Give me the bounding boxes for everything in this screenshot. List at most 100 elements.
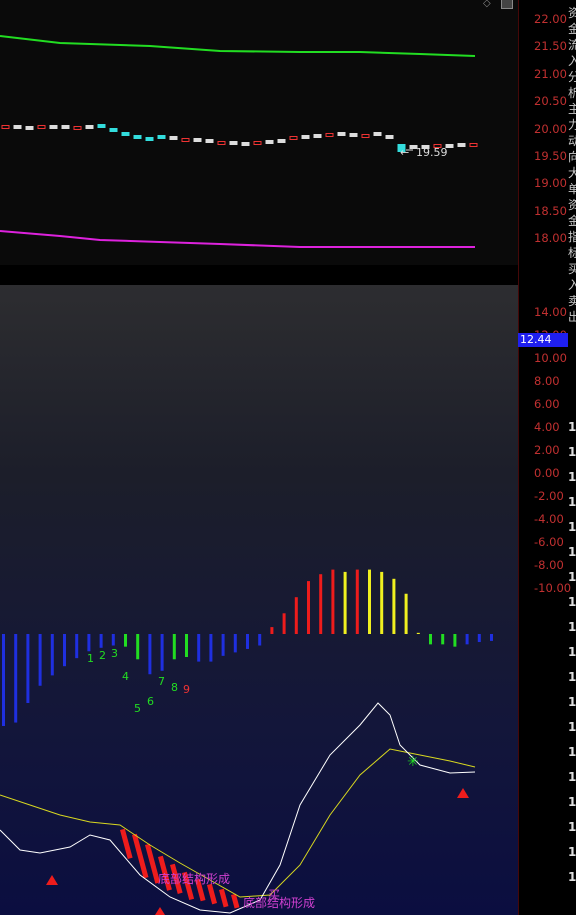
- side-digit: 1: [568, 695, 576, 709]
- toolbar-icons: ◇: [483, 0, 517, 12]
- histogram-bar: [14, 634, 18, 723]
- axis-tick-label: 18.50: [534, 203, 567, 218]
- candle: [289, 136, 298, 140]
- price-axis: 22.00 21.50 21.00 20.50 20.00 19.50 19.00 18.50…: [518, 0, 568, 265]
- side-char: 力: [568, 118, 576, 132]
- axis-tick-label: 8.00: [534, 374, 560, 388]
- side-char: 资: [568, 198, 576, 212]
- triangle-marker-icon: [457, 788, 469, 798]
- candle: [349, 133, 358, 137]
- candle: [205, 139, 214, 143]
- candle: [193, 138, 202, 142]
- candle: [181, 138, 190, 142]
- histogram-bar: [416, 632, 420, 634]
- axis-tick-label: -6.00: [534, 535, 564, 549]
- side-char: 动: [568, 134, 576, 148]
- count-label: 4: [122, 670, 129, 683]
- count-label: 2: [99, 649, 106, 662]
- histogram-bar: [331, 569, 335, 634]
- candle: [469, 143, 478, 147]
- side-char: 入: [568, 278, 576, 292]
- axis-tick-label: 2.00: [534, 443, 560, 457]
- axis-tick-label: 14.00: [534, 305, 567, 319]
- side-char: 金: [568, 22, 576, 36]
- histogram-bar: [282, 613, 286, 634]
- side-digit: 1: [568, 645, 576, 659]
- side-char: 单: [568, 182, 576, 196]
- side-digit: 1: [568, 495, 576, 509]
- count-label: 9: [183, 683, 190, 696]
- candle: [253, 141, 262, 145]
- upper-band-line: [0, 35, 476, 57]
- price-panel[interactable]: 19.59 ← ◇: [0, 0, 518, 265]
- candle: [241, 142, 250, 146]
- candle: [385, 135, 394, 139]
- side-char: 流: [568, 38, 576, 52]
- histogram-bar: [75, 634, 79, 659]
- count-label: 7: [158, 675, 165, 688]
- histogram-bars: [2, 569, 493, 909]
- side-char: 分: [568, 70, 576, 84]
- candle: [25, 126, 34, 130]
- candle: [97, 124, 106, 128]
- side-digit: 1: [568, 595, 576, 609]
- candle: [85, 125, 94, 129]
- side-digit: 1: [568, 770, 576, 784]
- side-digit: 1: [568, 470, 576, 484]
- price-tag: 19.59: [416, 146, 448, 159]
- indicator-panel[interactable]: 123456789 ✳ 底部结构形成 买 底部结构形成: [0, 285, 518, 915]
- histogram-bar: [270, 627, 274, 634]
- histogram-bar: [2, 634, 5, 726]
- candle: [361, 134, 370, 138]
- star-icon: ✳: [407, 754, 419, 770]
- yellow-signal-line: [0, 748, 476, 898]
- histogram-bar: [221, 634, 225, 656]
- axis-tick-label: 19.00: [534, 176, 567, 191]
- histogram-bar: [197, 634, 201, 662]
- axis-tick-label: -2.00: [534, 489, 564, 503]
- axis-tick-label: 6.00: [534, 397, 560, 411]
- window-icon[interactable]: [501, 0, 513, 9]
- histogram-bar: [355, 569, 359, 634]
- histogram-bar: [26, 634, 30, 703]
- candle: [73, 126, 82, 130]
- histogram-bar: [233, 634, 237, 653]
- indicator-axis: 14.0012.0010.008.006.004.002.000.00-2.00…: [518, 265, 571, 915]
- candle: [1, 125, 10, 129]
- side-char: 析: [568, 86, 576, 100]
- side-char: 卖: [568, 294, 576, 308]
- count-label: 6: [147, 695, 154, 708]
- histogram-bar: [185, 634, 188, 657]
- candle: [373, 132, 382, 136]
- diamond-icon[interactable]: ◇: [483, 0, 491, 9]
- candle: [313, 134, 322, 138]
- side-char: 买: [568, 262, 576, 276]
- side-digit: 1: [568, 745, 576, 759]
- candle: [325, 133, 334, 137]
- current-value-badge: 12.44: [518, 333, 568, 347]
- histogram-bar: [307, 581, 310, 634]
- count-label: 8: [171, 681, 178, 694]
- candle: [37, 125, 46, 129]
- histogram-bar: [343, 571, 347, 634]
- histogram-bar: [38, 634, 42, 686]
- side-digit: 1: [568, 445, 576, 459]
- side-char: 出: [568, 310, 576, 324]
- histogram-bar: [404, 593, 408, 634]
- histogram-bar: [111, 634, 115, 646]
- candle: [121, 132, 130, 136]
- histogram-bar: [453, 634, 457, 647]
- histogram-bar: [465, 634, 469, 645]
- signal-stripe: [207, 883, 218, 905]
- histogram-bar: [380, 571, 384, 634]
- axis-tick-label: -8.00: [534, 558, 564, 572]
- side-digit: 1: [568, 620, 576, 634]
- indicator-chart-svg: 1 2 34567 8 9 ✳ 底部结构形成 买 底部结构形成: [0, 569, 493, 915]
- signal-stripe: [219, 888, 229, 908]
- side-info-column: 资金流入分析主力动向大单资金指标买入卖出1111111111111111111: [568, 0, 576, 915]
- histogram-bar: [368, 569, 371, 634]
- side-digit: 1: [568, 420, 576, 434]
- triangle-marker-icon: [46, 875, 58, 885]
- histogram-bar: [172, 634, 176, 660]
- histogram-bar: [87, 634, 91, 652]
